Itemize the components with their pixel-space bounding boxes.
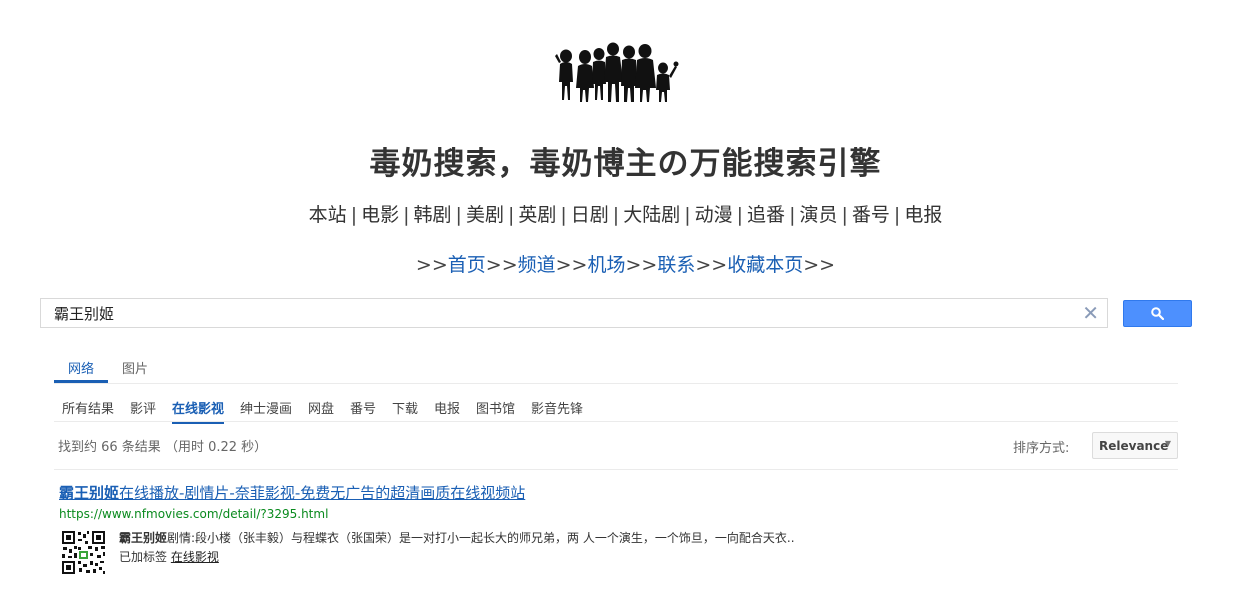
- link-nav-arrows: >>: [803, 254, 836, 276]
- category-nav-item[interactable]: 追番: [747, 204, 785, 226]
- refinement-tab[interactable]: 影评: [130, 398, 156, 417]
- refinement-tab[interactable]: 网盘: [308, 398, 334, 417]
- link-nav-item[interactable]: 联系: [657, 254, 695, 276]
- nav-separator: |: [736, 204, 744, 226]
- link-nav-arrows: >>: [485, 254, 518, 276]
- category-nav-item[interactable]: 大陆剧: [623, 204, 680, 226]
- category-nav-item[interactable]: 动漫: [695, 204, 733, 226]
- link-nav-arrows: >>: [695, 254, 728, 276]
- refinement-tabs: 所有结果 影评 在线影视 绅士漫画 网盘 番号 下载 电报 图书馆 影音先锋: [54, 392, 1178, 424]
- link-nav-arrows: >>: [555, 254, 588, 276]
- clear-icon[interactable]: ✕: [1082, 301, 1099, 325]
- category-nav-item[interactable]: 日剧: [571, 204, 609, 226]
- qr-code-thumbnail[interactable]: [60, 529, 107, 576]
- refinement-tab[interactable]: 绅士漫画: [240, 398, 292, 417]
- link-nav: >>首页>>频道>>机场>>联系>>收藏本页>>: [0, 250, 1251, 277]
- tab-images[interactable]: 图片: [122, 358, 148, 377]
- result-title-link[interactable]: 霸王别姬在线播放-剧情片-奈菲影视-免费无广告的超清画质在线视频站: [59, 482, 525, 503]
- site-title: 毒奶搜索，毒奶博主の万能搜索引擎: [369, 146, 882, 182]
- nav-separator: |: [789, 204, 796, 226]
- nav-separator: |: [893, 204, 901, 226]
- nav-separator: |: [350, 204, 358, 226]
- nav-separator: |: [507, 204, 515, 226]
- search-type-tabs: 网络 图片: [54, 352, 1178, 384]
- results-count: 找到约 66 条结果 （用时 0.22 秒）: [58, 440, 268, 455]
- nav-separator: |: [403, 204, 410, 226]
- refinement-tab[interactable]: 图书馆: [476, 398, 515, 417]
- chevron-down-icon: ▼: [1164, 439, 1171, 448]
- refinement-tab[interactable]: 影音先锋: [531, 398, 583, 417]
- refinement-tab[interactable]: 电报: [434, 398, 460, 417]
- search-input[interactable]: [41, 299, 1054, 327]
- nav-separator: |: [841, 204, 848, 226]
- refinement-tab[interactable]: 所有结果: [62, 398, 114, 417]
- result-label: 已加标签 在线影视: [119, 548, 219, 565]
- link-nav-item[interactable]: 收藏本页: [727, 254, 803, 276]
- link-nav-arrows: >>: [625, 254, 658, 276]
- snippet-text: 剧情:段小楼（张丰毅）与程蝶衣（张国荣）是一对打小一起长大的师兄弟，两 人一个演…: [167, 531, 795, 545]
- snippet-highlight: 霸王别姬: [119, 531, 168, 545]
- refinement-tab[interactable]: 番号: [350, 398, 376, 417]
- result-url: https://www.nfmovies.com/detail/?3295.ht…: [59, 507, 329, 521]
- category-nav-item[interactable]: 电报: [904, 204, 942, 226]
- nav-separator: |: [560, 204, 567, 226]
- category-nav-item[interactable]: 电影: [361, 204, 399, 226]
- sort-value: Relevance: [1099, 439, 1169, 453]
- refinement-tab[interactable]: 在线影视: [172, 398, 225, 424]
- result-title-highlight: 霸王别姬: [59, 484, 120, 502]
- search-box: ✕: [40, 298, 1108, 328]
- result-snippet: 霸王别姬剧情:段小楼（张丰毅）与程蝶衣（张国荣）是一对打小一起长大的师兄弟，两 …: [119, 529, 795, 546]
- divider: [54, 469, 1178, 470]
- link-nav-item[interactable]: 机场: [587, 254, 625, 276]
- tab-web[interactable]: 网络: [68, 358, 94, 377]
- category-nav-item[interactable]: 韩剧: [414, 204, 452, 226]
- category-nav-item[interactable]: 演员: [799, 204, 837, 226]
- label-link[interactable]: 在线影视: [171, 550, 219, 564]
- category-nav-item[interactable]: 本站: [309, 204, 347, 226]
- category-nav-item[interactable]: 番号: [852, 204, 890, 226]
- nav-separator: |: [684, 204, 691, 226]
- nav-separator: |: [612, 204, 620, 226]
- active-tab-indicator: [54, 380, 108, 383]
- link-nav-arrows: >>: [415, 254, 448, 276]
- category-nav-item[interactable]: 英剧: [518, 204, 556, 226]
- refinement-tab[interactable]: 下载: [392, 398, 418, 417]
- sort-label: 排序方式:: [1013, 441, 1070, 456]
- category-nav-item[interactable]: 美剧: [466, 204, 504, 226]
- result-title-text: 在线播放-剧情片-奈菲影视-免费无广告的超清画质在线视频站: [119, 484, 526, 502]
- nav-separator: |: [455, 204, 462, 226]
- link-nav-item[interactable]: 频道: [518, 254, 556, 276]
- label-prefix: 已加标签: [119, 550, 168, 564]
- link-nav-item[interactable]: 首页: [448, 254, 486, 276]
- search-icon: [1151, 307, 1164, 320]
- category-nav: 本站 | 电影 | 韩剧 | 美剧 | 英剧 | 日剧 | 大陆剧 | 动漫 | 追番 | 演员 | 番号 | 电报: [0, 200, 1251, 227]
- site-logo: [555, 42, 679, 102]
- sort-dropdown[interactable]: Relevance ▼: [1092, 432, 1178, 459]
- search-button[interactable]: [1123, 300, 1192, 327]
